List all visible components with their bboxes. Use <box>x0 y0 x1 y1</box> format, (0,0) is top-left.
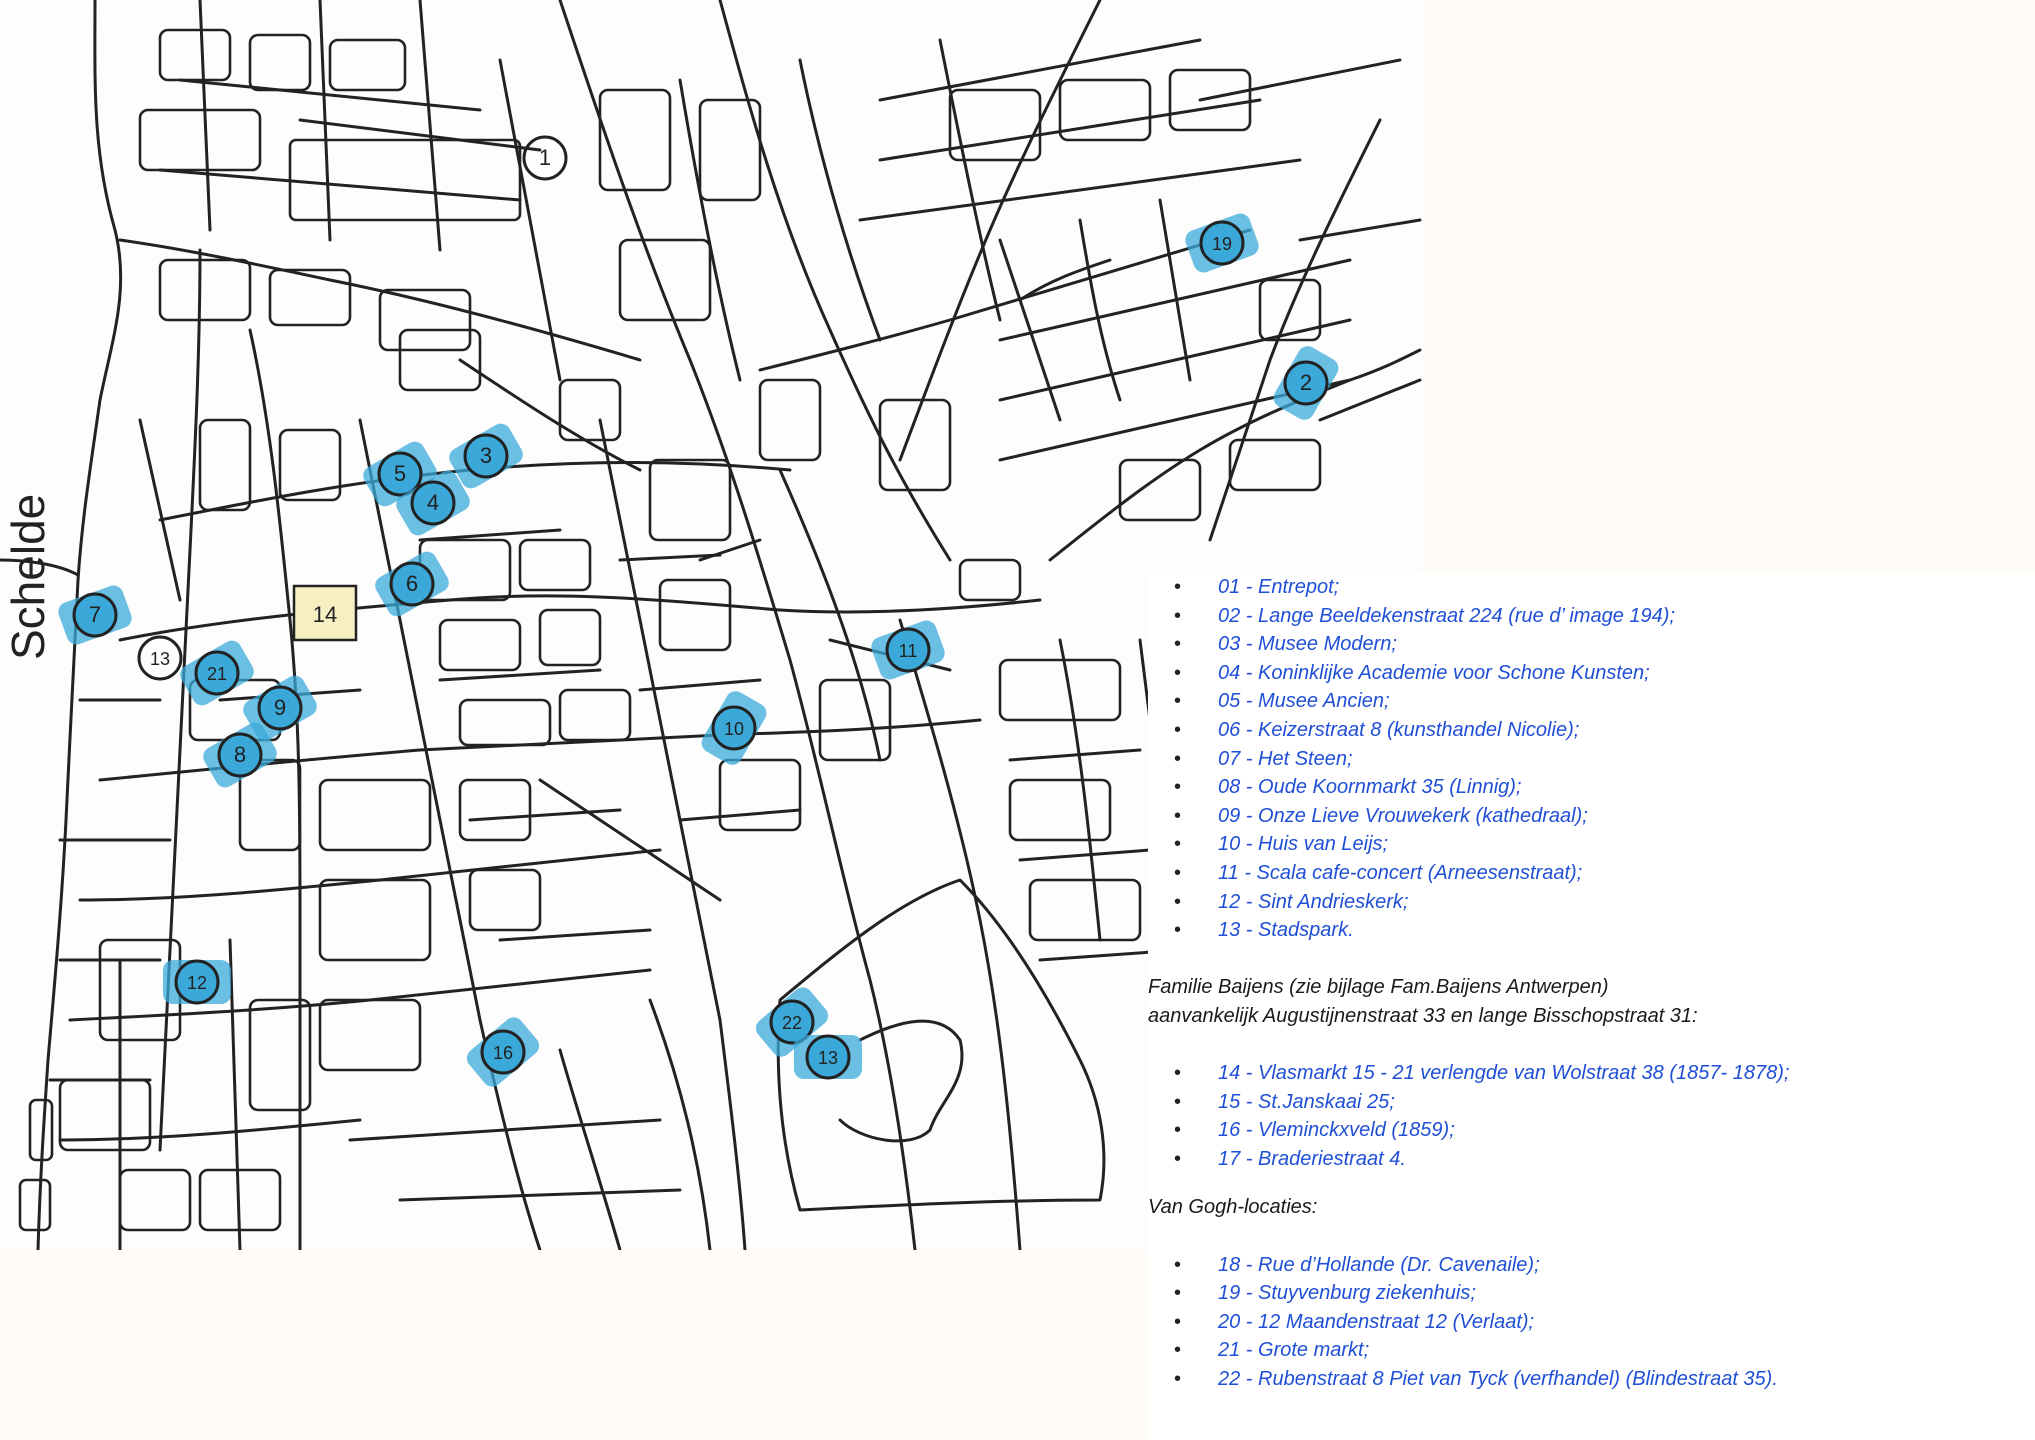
building-blocks <box>18 28 1322 1232</box>
map-marker-7: 7 <box>58 585 132 645</box>
map-marker-12: 12 <box>163 959 231 1005</box>
legend-item: 21 - Grote markt; <box>1148 1336 2035 1365</box>
legend-item: 12 - Sint Andrieskerk; <box>1148 888 2035 917</box>
map-marker-11: 11 <box>871 620 945 680</box>
legend-item: 03 - Musee Modern; <box>1148 630 2035 659</box>
legend-item: 08 - Oude Koornmarkt 35 (Linnig); <box>1148 773 2035 802</box>
legend-item: 04 - Koninklijke Academie voor Schone Ku… <box>1148 659 2035 688</box>
legend-item: 14 - Vlasmarkt 15 - 21 verlengde van Wol… <box>1148 1059 2035 1088</box>
map-marker-square-14: 14 <box>292 584 358 642</box>
legend-item: 10 - Huis van Leijs; <box>1148 830 2035 859</box>
marker-label: 3 <box>480 443 492 468</box>
marker-label: 21 <box>207 664 227 684</box>
legend-item: 16 - Vleminckxveld (1859); <box>1148 1116 2035 1145</box>
legend-item: 20 - 12 Maandenstraat 12 (Verlaat); <box>1148 1308 2035 1337</box>
legend-item: 13 - Stadspark. <box>1148 916 2035 945</box>
marker-label: 9 <box>274 695 286 720</box>
map-marker-19: 19 <box>1185 213 1259 273</box>
map-marker-6: 6 <box>375 551 449 617</box>
map-marker-13: 13 <box>137 635 183 681</box>
family-heading-line2: aanvankelijk Augustijnenstraat 33 en lan… <box>1148 1004 1698 1027</box>
marker-label: 5 <box>394 461 406 486</box>
marker-label: 12 <box>187 973 207 993</box>
legend-item: 18 - Rue d’Hollande (Dr. Cavenaile); <box>1148 1251 2035 1280</box>
legend-item: 19 - Stuyvenburg ziekenhuis; <box>1148 1279 2035 1308</box>
legend-item: 09 - Onze Lieve Vrouwekerk (kathedraal); <box>1148 802 2035 831</box>
legend-item: 17 - Braderiestraat 4. <box>1148 1145 2035 1174</box>
marker-label: 11 <box>899 641 918 661</box>
marker-label: 22 <box>782 1013 802 1033</box>
marker-label: 1 <box>539 145 551 170</box>
marker-label: 10 <box>724 719 744 739</box>
legend-item: 07 - Het Steen; <box>1148 745 2035 774</box>
legend-item: 11 - Scala cafe-concert (Arneesenstraat)… <box>1148 859 2035 888</box>
river-label: Schelde <box>2 494 54 660</box>
marker-label: 4 <box>427 490 439 515</box>
legend-item: 06 - Keizerstraat 8 (kunsthandel Nicolie… <box>1148 716 2035 745</box>
square-marker-label: 14 <box>313 602 337 627</box>
vangogh-heading: Van Gogh-locaties: <box>1148 1196 1318 1219</box>
marker-label: 7 <box>89 602 101 627</box>
legend-item: 15 - St.Janskaai 25; <box>1148 1088 2035 1117</box>
marker-label: 2 <box>1300 370 1312 395</box>
legend-item: 05 - Musee Ancien; <box>1148 687 2035 716</box>
marker-label: 8 <box>234 742 246 767</box>
map-marker-1: 1 <box>522 135 568 181</box>
marker-label: 13 <box>818 1048 838 1068</box>
location-legend: 01 - Entrepot;02 - Lange Beeldekenstraat… <box>1148 573 2035 1440</box>
marker-label: 16 <box>493 1043 513 1063</box>
vangogh-location-list: 18 - Rue d’Hollande (Dr. Cavenaile);19 -… <box>1148 1251 2035 1394</box>
legend-item: 02 - Lange Beeldekenstraat 224 (rue d’ i… <box>1148 602 2035 631</box>
legend-item: 01 - Entrepot; <box>1148 573 2035 602</box>
marker-label: 13 <box>150 649 170 669</box>
marker-label: 6 <box>406 571 418 596</box>
location-list: 01 - Entrepot;02 - Lange Beeldekenstraat… <box>1148 573 2035 945</box>
marker-label: 19 <box>1212 234 1232 254</box>
map-marker-16: 16 <box>466 1017 540 1087</box>
map-marker-10: 10 <box>701 691 767 765</box>
family-location-list: 14 - Vlasmarkt 15 - 21 verlengde van Wol… <box>1148 1059 2035 1173</box>
legend-item: 22 - Rubenstraat 8 Piet van Tyck (verfha… <box>1148 1365 2035 1394</box>
map-marker-13: 13 <box>794 1034 862 1080</box>
family-heading-line1: Familie Baijens (zie bijlage Fam.Baijens… <box>1148 976 1609 999</box>
map-marker-2: 2 <box>1273 346 1339 420</box>
